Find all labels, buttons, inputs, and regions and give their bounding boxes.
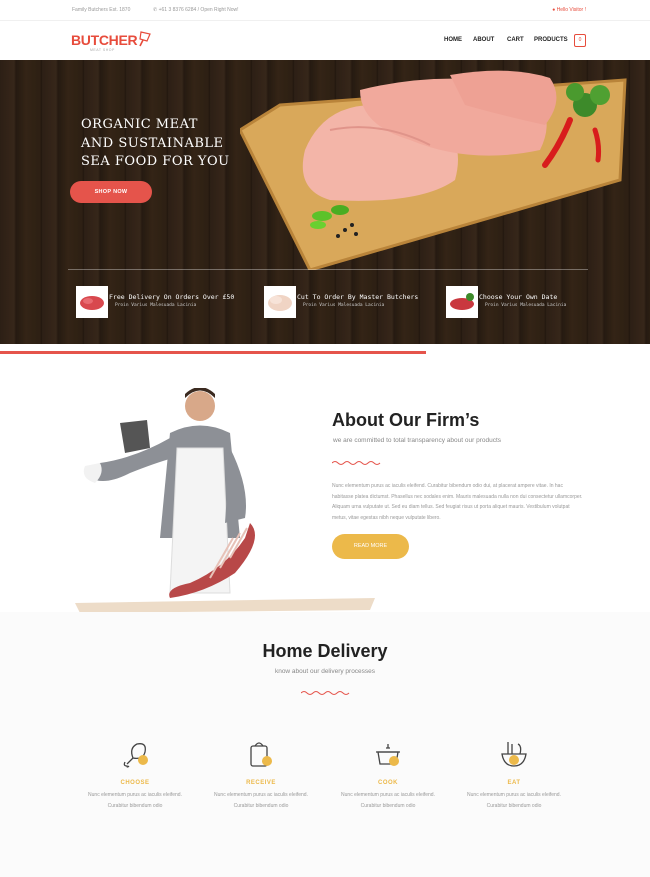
step-text: Nunc elementum purus ac iaculis eleifend… (467, 792, 561, 809)
shop-now-button[interactable]: SHOP NOW (70, 181, 152, 203)
feature-thumbnail (264, 286, 296, 318)
delivery-step: EAT Nunc elementum purus ac iaculis elei… (454, 738, 574, 812)
nav-home[interactable]: HOME (444, 37, 462, 43)
wave-divider (301, 691, 350, 695)
top-bar: Family Butchers Est. 1870 ✆ +61 3 8376 6… (0, 0, 650, 20)
user-greeting-text: Hello Visitor ! (556, 7, 586, 13)
delivery-subtitle: know about our delivery processes (274, 668, 376, 675)
wave-divider (332, 461, 381, 465)
delivery-step: COOK Nunc elementum purus ac iaculis ele… (328, 738, 448, 812)
feature-title: Choose Your Own Date (479, 293, 558, 301)
bowl-icon (501, 742, 527, 767)
section-accent-bar (0, 351, 426, 354)
hero-headline-line: SEA FOOD FOR YOU (81, 154, 230, 169)
feature-subtitle: Proin Varius Malesuada Lacinia (485, 303, 567, 308)
delivery-step: CHOOSE Nunc elementum purus ac iaculis e… (75, 738, 195, 812)
feature-subtitle: Proin Varius Malesuada Lacinia (115, 303, 197, 308)
hero-headline: ORGANIC MEAT AND SUSTAINABLE SEA FOOD FO… (81, 116, 230, 172)
tagline: Family Butchers Est. 1870 (72, 7, 131, 13)
pot-icon (376, 744, 400, 766)
step-text: Nunc elementum purus ac iaculis eleifend… (341, 792, 435, 809)
feature-subtitle: Proin Varius Malesuada Lacinia (303, 303, 385, 308)
nav-cart[interactable]: CART (507, 37, 524, 43)
feature-thumbnail (446, 286, 478, 318)
hero-headline-line: ORGANIC MEAT (81, 117, 198, 132)
step-label: RECEIVE (246, 780, 276, 786)
nav-about[interactable]: ABOUT (473, 37, 494, 43)
phone-text: +61 3 8376 6284 / Open Right Now! (158, 7, 239, 13)
package-icon (250, 742, 272, 767)
cart-count: 0 (578, 37, 582, 43)
step-label: CHOOSE (120, 780, 150, 786)
feature-thumbnail (76, 286, 108, 318)
step-label: COOK (378, 780, 398, 786)
user-greeting-link[interactable]: ● Hello Visitor ! (552, 7, 586, 13)
step-text: Nunc elementum purus ac iaculis eleifend… (88, 792, 182, 809)
phone-info: ✆ +61 3 8376 6284 / Open Right Now! (153, 7, 239, 13)
step-text: Nunc elementum purus ac iaculis eleifend… (214, 792, 308, 809)
cleaver-icon (139, 31, 151, 47)
hero-divider (68, 269, 588, 270)
logo[interactable]: BUTCHER (71, 32, 138, 48)
step-label: EAT (507, 780, 521, 786)
nav-products[interactable]: PRODUCTS (534, 37, 568, 43)
about-text: Nunc elementum purus ac iaculis eleifend… (332, 483, 583, 521)
delivery-title: Home Delivery (262, 641, 388, 661)
feature-title: Free Delivery On Orders Over £50 (109, 293, 235, 301)
feature-title: Cut To Order By Master Butchers (297, 293, 419, 301)
hero-headline-line: AND SUSTAINABLE (81, 135, 224, 151)
site-header: BUTCHER MEAT SHOP HOME ABOUT CART PRODUC… (0, 20, 650, 60)
butcher-image (75, 388, 375, 613)
logo-subtitle: MEAT SHOP (90, 48, 115, 52)
cutting-board-image (240, 70, 627, 270)
hero-banner: ORGANIC MEAT AND SUSTAINABLE SEA FOOD FO… (0, 60, 650, 344)
drumstick-icon (123, 743, 148, 768)
read-more-button[interactable]: READ MORE (332, 534, 409, 559)
about-subtitle: we are committed to total transparency a… (333, 437, 502, 444)
about-title: About Our Firm’s (332, 410, 480, 430)
delivery-step: RECEIVE Nunc elementum purus ac iaculis … (201, 738, 321, 812)
cart-button[interactable]: 0 (574, 34, 586, 47)
